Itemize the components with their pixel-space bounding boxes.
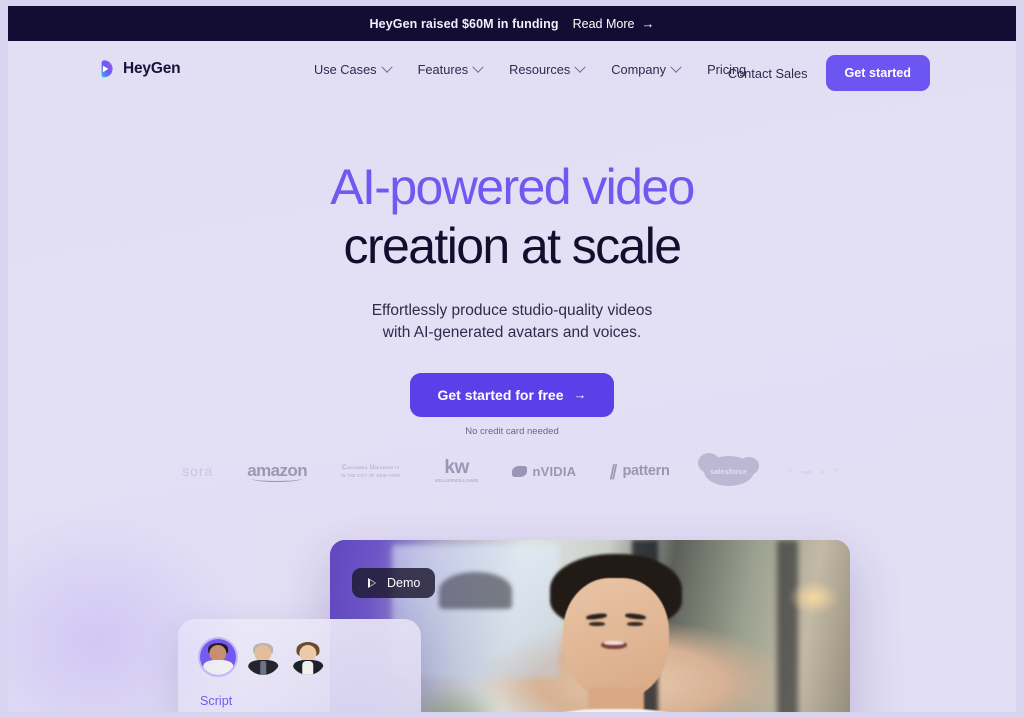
- hero-heading-line-1: AI-powered video: [330, 159, 695, 215]
- logo[interactable]: HeyGen: [94, 59, 181, 79]
- nav-item-company[interactable]: Company: [611, 61, 682, 77]
- pattern-mark-icon: ∥: [608, 463, 620, 480]
- product-showcase: Demo Script: [8, 490, 1016, 712]
- hero-subtitle: Effortlessly produce studio-quality vide…: [8, 300, 1016, 345]
- avatar-option-1[interactable]: [200, 639, 236, 675]
- hero-section: AI-powered video creation at scale Effor…: [8, 103, 1016, 437]
- brand-label: sora: [182, 463, 214, 479]
- nav-item-label: Use Cases: [314, 62, 377, 77]
- nav-item-label: Company: [611, 62, 667, 77]
- chevron-down-icon: [472, 61, 484, 73]
- get-started-for-free-button[interactable]: Get started for free →: [410, 372, 614, 417]
- hero-cta-wrapper: Get started for free →: [8, 372, 1016, 417]
- announcement-read-more-label: Read More: [572, 16, 635, 31]
- no-credit-card-note: No credit card needed: [465, 425, 559, 437]
- brand-label: salesforce: [709, 466, 748, 476]
- nav-links: Use Cases Features Resources Company Pri…: [314, 61, 746, 77]
- announcement-text: HeyGen raised $60M in funding: [369, 16, 559, 31]
- nav-item-label: Features: [417, 62, 469, 77]
- brand-label: nVIDIA: [532, 463, 577, 479]
- nav-item-features[interactable]: Features: [417, 61, 484, 77]
- brand-label: ▾ ▬ ▴ ▾: [787, 465, 842, 477]
- chevron-down-icon: [380, 61, 393, 73]
- cta-label: Get started for free: [437, 386, 564, 403]
- demo-badge-label: Demo: [387, 576, 421, 590]
- get-started-button[interactable]: Get started: [825, 55, 930, 91]
- nav-actions: Contact Sales Get started: [728, 55, 930, 91]
- chevron-down-icon: [574, 61, 586, 73]
- amazon-smile-icon: [251, 475, 302, 482]
- play-icon: [367, 577, 378, 589]
- page-root: HeyGen raised $60M in funding Read More …: [0, 0, 1024, 718]
- hero-heading-line-2: creation at scale: [343, 218, 682, 274]
- page-title: AI-powered video creation at scale: [8, 161, 1016, 273]
- contact-sales-link[interactable]: Contact Sales: [728, 66, 808, 81]
- arrow-right-icon: →: [641, 16, 655, 31]
- announcement-bar: HeyGen raised $60M in funding Read More …: [8, 6, 1016, 41]
- brand-label: kw: [444, 457, 469, 479]
- navigation-bar: HeyGen Use Cases Features Resources Comp…: [8, 41, 1016, 103]
- nvidia-eye-icon: [512, 465, 528, 477]
- avatar-selector: [200, 639, 399, 675]
- nav-item-use-cases[interactable]: Use Cases: [314, 61, 393, 77]
- brand-logo-partial: ▾ ▬ ▴ ▾: [788, 456, 842, 486]
- brand-logo-salesforce: salesforce: [697, 453, 759, 486]
- logo-text: HeyGen: [123, 60, 181, 77]
- chevron-down-icon: [670, 61, 682, 73]
- salesforce-cloud-icon: salesforce: [697, 453, 759, 486]
- demo-badge[interactable]: Demo: [352, 568, 436, 598]
- brand-label: pattern: [622, 463, 670, 479]
- avatar-option-2[interactable]: [245, 639, 281, 675]
- avatar-body: [293, 659, 323, 675]
- heygen-play-logo-icon: [94, 59, 114, 79]
- avatar-option-3[interactable]: [290, 639, 326, 675]
- avatar-body: [203, 659, 233, 675]
- script-label: Script: [200, 694, 233, 708]
- brand-logo-keller-williams: kw KELLERWILLIAMS: [435, 456, 479, 486]
- hero-subtitle-line-2: with AI-generated avatars and voices.: [382, 324, 642, 342]
- brand-logo-pattern: ∥ pattern: [608, 456, 670, 486]
- customer-logos-strip: sora amazon Columbia University IN THE C…: [8, 453, 1016, 486]
- hero-subtitle-line-1: Effortlessly produce studio-quality vide…: [371, 302, 653, 319]
- arrow-right-icon: →: [573, 387, 587, 403]
- nav-item-label: Resources: [509, 62, 571, 77]
- brand-sublabel: IN THE CITY OF NEW YORK: [341, 472, 401, 478]
- brand-sublabel: KELLERWILLIAMS: [434, 478, 479, 484]
- brand-logo-columbia-university: Columbia University IN THE CITY OF NEW Y…: [341, 456, 401, 486]
- script-card: Script Hey there! Welcome to HeyGen - wh…: [178, 619, 421, 712]
- announcement-read-more-link[interactable]: Read More →: [573, 17, 655, 31]
- avatar-body: [248, 659, 278, 675]
- brand-logo-nvidia: nVIDIA: [512, 456, 576, 486]
- nav-item-resources[interactable]: Resources: [509, 61, 586, 77]
- brand-logo-sora: sora: [182, 456, 213, 486]
- brand-logo-amazon: amazon: [247, 456, 308, 486]
- brand-label: Columbia University: [342, 464, 400, 472]
- site-body: HeyGen Use Cases Features Resources Comp…: [8, 41, 1016, 712]
